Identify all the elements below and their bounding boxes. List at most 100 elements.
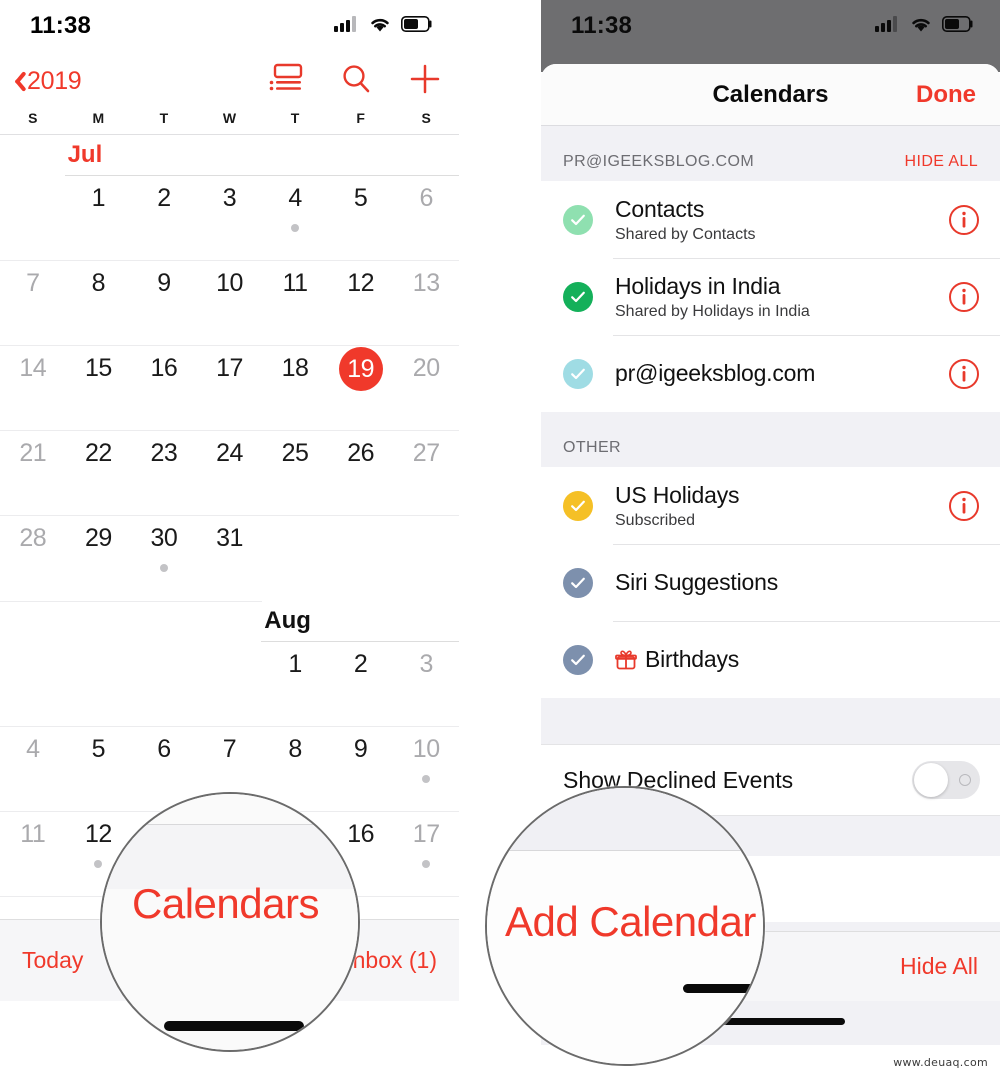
inbox-button[interactable]: Inbox (1) bbox=[346, 947, 437, 974]
calendar-day[interactable]: 9 bbox=[131, 261, 197, 345]
calendar-day[interactable]: 22 bbox=[66, 431, 132, 515]
calendar-checkbox-icon[interactable] bbox=[563, 204, 593, 235]
calendar-week-row: 1 2 3 4 5 6 bbox=[0, 176, 459, 261]
calendar-day[interactable]: 11 bbox=[262, 261, 328, 345]
calendar-list-item[interactable]: Birthdays bbox=[541, 621, 1000, 698]
info-icon[interactable] bbox=[948, 204, 980, 236]
calendar-day[interactable]: 16 bbox=[131, 346, 197, 430]
calendar-day[interactable]: 1 bbox=[66, 176, 132, 260]
day-number: 6 bbox=[157, 735, 171, 763]
calendar-day[interactable]: 4 bbox=[262, 176, 328, 260]
calendar-day[interactable]: 15 bbox=[66, 346, 132, 430]
day-number: 11 bbox=[282, 269, 308, 297]
calendar-list-item[interactable]: US Holidays Subscribed bbox=[541, 467, 1000, 544]
calendar-day[interactable]: 20 bbox=[393, 346, 459, 430]
calendar-item-texts: Holidays in India Shared by Holidays in I… bbox=[615, 273, 948, 321]
calendar-day[interactable]: 6 bbox=[393, 176, 459, 260]
calendar-day[interactable]: 1 bbox=[262, 642, 328, 726]
calendar-item-texts: Birthdays bbox=[615, 646, 980, 673]
calendar-day[interactable]: 30 bbox=[131, 516, 197, 601]
day-number: 20 bbox=[412, 354, 440, 382]
calendar-day-empty bbox=[393, 516, 459, 601]
search-icon[interactable] bbox=[340, 63, 372, 100]
calendar-checkbox-icon[interactable] bbox=[563, 358, 593, 389]
calendar-day[interactable]: 29 bbox=[66, 516, 132, 601]
calendar-day[interactable]: 26 bbox=[328, 431, 394, 515]
calendar-day[interactable]: 28 bbox=[0, 516, 66, 601]
calendar-day[interactable]: 17 bbox=[197, 346, 263, 430]
calendar-item-title-text: Holidays in India bbox=[615, 272, 781, 299]
info-icon[interactable] bbox=[948, 281, 980, 313]
calendar-day[interactable]: 5 bbox=[328, 176, 394, 260]
day-number: 10 bbox=[412, 735, 440, 763]
calendar-day[interactable]: 24 bbox=[197, 431, 263, 515]
day-number: 7 bbox=[222, 735, 237, 763]
calendar-day[interactable]: 21 bbox=[0, 431, 66, 515]
event-dot-icon bbox=[422, 775, 431, 783]
day-number: 27 bbox=[412, 439, 440, 467]
info-icon[interactable] bbox=[948, 358, 980, 390]
add-icon[interactable] bbox=[409, 63, 441, 100]
calendar-day[interactable]: 13 bbox=[393, 261, 459, 345]
calendar-checkbox-icon[interactable] bbox=[563, 490, 593, 521]
calendar-grid[interactable]: Jul 1 2 3 4 5 6 7 8 9 10 11 12 13 14 15 16 17 18 19 20 21 22 23… bbox=[0, 135, 459, 897]
calendar-day[interactable]: 18 bbox=[262, 346, 328, 430]
calendar-day[interactable]: 23 bbox=[131, 431, 197, 515]
calendar-day[interactable]: 8 bbox=[66, 261, 132, 345]
calendar-day[interactable]: 14 bbox=[0, 346, 66, 430]
calendar-list-item[interactable]: pr@igeeksblog.com bbox=[541, 335, 1000, 412]
calendar-day[interactable]: 2 bbox=[131, 176, 197, 260]
calendar-list-item[interactable]: Holidays in India Shared by Holidays in I… bbox=[541, 258, 1000, 335]
calendar-item-title-text: Siri Suggestions bbox=[615, 569, 778, 595]
calendar-day[interactable]: 4 bbox=[0, 727, 66, 811]
calendar-day[interactable]: 27 bbox=[393, 431, 459, 515]
status-indicators bbox=[875, 15, 974, 38]
back-to-year-button[interactable]: 2019 bbox=[10, 67, 82, 96]
calendar-item-title-text: Birthdays bbox=[645, 646, 740, 672]
calendar-day[interactable]: 10 bbox=[197, 261, 263, 345]
calendar-day[interactable]: 10 bbox=[393, 727, 459, 811]
day-number: 25 bbox=[281, 439, 309, 467]
day-number: 7 bbox=[26, 269, 40, 297]
status-time: 11:38 bbox=[30, 12, 92, 39]
calendar-day[interactable]: 11 bbox=[0, 812, 66, 896]
day-number: 30 bbox=[150, 524, 178, 552]
magnified-add-calendar-label: Add Calendar bbox=[505, 898, 756, 945]
battery-icon bbox=[401, 15, 433, 37]
calendar-day-empty bbox=[197, 642, 263, 726]
calendar-day[interactable]: 2 bbox=[328, 642, 394, 726]
calendar-list-item[interactable]: Contacts Shared by Contacts bbox=[541, 181, 1000, 258]
list-view-icon[interactable] bbox=[269, 63, 303, 100]
show-declined-events-toggle[interactable] bbox=[912, 761, 980, 799]
hide-all-button[interactable]: Hide All bbox=[900, 953, 978, 980]
section-title: PR@IGEEKSBLOG.COM bbox=[563, 153, 755, 170]
calendar-day-empty bbox=[328, 516, 394, 601]
calendar-day[interactable]: 12 bbox=[328, 261, 394, 345]
calendar-week-row: 1 2 3 bbox=[0, 642, 459, 727]
section-header: OTHER bbox=[541, 412, 1000, 467]
calendar-item-texts: pr@igeeksblog.com bbox=[615, 360, 948, 387]
calendar-day[interactable]: 25 bbox=[262, 431, 328, 515]
calendar-checkbox-icon[interactable] bbox=[563, 644, 593, 675]
calendar-item-subtitle: Shared by Holidays in India bbox=[615, 302, 810, 320]
calendar-item-title: pr@igeeksblog.com bbox=[615, 360, 948, 387]
calendar-day[interactable]: 31 bbox=[197, 516, 263, 601]
calendar-item-title: Holidays in India bbox=[615, 273, 948, 300]
today-button[interactable]: Today bbox=[22, 947, 83, 974]
calendar-checkbox-icon[interactable] bbox=[563, 281, 593, 312]
weekday-1: M bbox=[92, 110, 105, 126]
section-hide-all-button[interactable]: HIDE ALL bbox=[905, 153, 978, 171]
calendar-day[interactable]: 17 bbox=[393, 812, 459, 896]
day-number: 5 bbox=[353, 184, 368, 212]
day-number: 26 bbox=[347, 439, 375, 467]
calendar-list-item[interactable]: Siri Suggestions bbox=[541, 544, 1000, 621]
calendar-day[interactable]: 7 bbox=[0, 261, 66, 345]
calendar-day[interactable]: 3 bbox=[393, 642, 459, 726]
calendar-day[interactable]: 3 bbox=[197, 176, 263, 260]
info-icon[interactable] bbox=[948, 490, 980, 522]
weekday-5: F bbox=[356, 110, 365, 126]
done-button[interactable]: Done bbox=[916, 81, 976, 109]
calendar-checkbox-icon[interactable] bbox=[563, 567, 593, 598]
watermark: www.deuaq.com bbox=[893, 1056, 988, 1069]
calendar-day[interactable]: 19 bbox=[328, 346, 394, 430]
